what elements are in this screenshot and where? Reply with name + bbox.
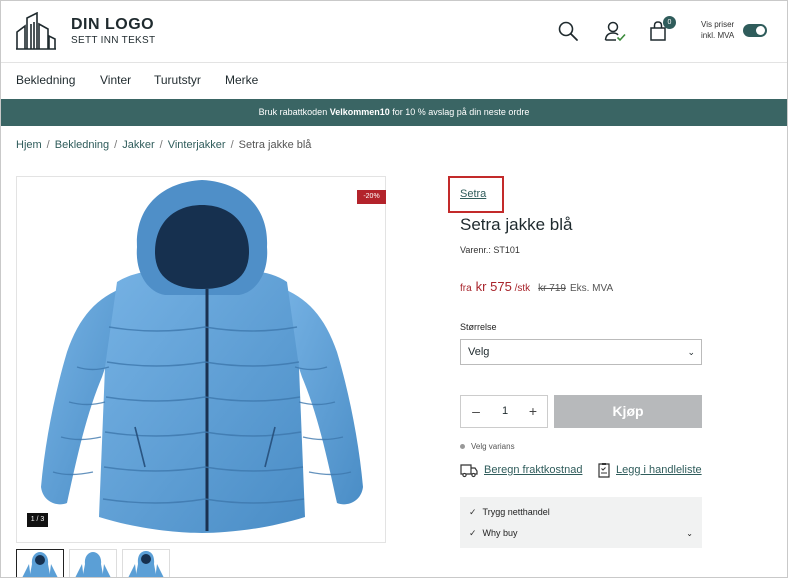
size-select[interactable]: Velg ⌄ — [460, 339, 702, 365]
nav-item-turutstyr[interactable]: Turutstyr — [154, 73, 201, 87]
thumbnail-2[interactable] — [69, 549, 117, 577]
breadcrumb: Hjem / Bekledning / Jakker / Vinterjakker / Setr… — [16, 139, 311, 151]
buy-button[interactable]: Kjøp — [554, 395, 702, 428]
chevron-down-icon: ⌄ — [687, 347, 695, 357]
old-price: kr 719 — [538, 283, 566, 294]
decrease-quantity-button[interactable]: – — [468, 403, 484, 419]
variant-note: Velg varians — [460, 442, 515, 451]
logo-subtitle[interactable]: SETT INN TEKST — [71, 35, 155, 46]
nav-item-merke[interactable]: Merke — [225, 73, 258, 87]
price-unit: /stk — [514, 283, 531, 294]
truck-icon[interactable] — [460, 462, 478, 478]
price-prefix: fra — [460, 283, 472, 294]
benefits-panel: ✓ Trygg netthandel ✓ Why buy ⌄ — [460, 497, 702, 548]
brand-link[interactable]: Setra — [460, 188, 486, 200]
size-label: Størrelse — [460, 322, 497, 332]
breadcrumb-separator: / — [46, 139, 50, 151]
discount-badge: -20% — [357, 190, 386, 204]
logo-buildings-icon[interactable] — [15, 12, 57, 50]
breadcrumb-jakker[interactable]: Jakker — [122, 139, 154, 151]
vat-toggle-label-line2: inkl. MVA — [701, 31, 735, 40]
size-select-value: Velg — [468, 346, 490, 358]
breadcrumb-vinterjakker[interactable]: Vinterjakker — [168, 139, 226, 151]
promo-text-after: for 10 % avslag på din neste ordre — [389, 107, 530, 117]
benefit-label: Trygg netthandel — [482, 507, 550, 517]
main-navigation: Bekledning Vinter Turutstyr Merke — [1, 63, 787, 99]
benefit-label: Why buy — [482, 528, 518, 538]
cart-count-badge: 0 — [663, 16, 676, 29]
shipping-cost-link[interactable]: Beregn fraktkostnad — [484, 464, 582, 476]
vat-note: Eks. MVA — [569, 283, 614, 294]
breadcrumb-bekledning[interactable]: Bekledning — [55, 139, 109, 151]
product-image-container[interactable] — [16, 176, 386, 543]
increase-quantity-button[interactable]: + — [525, 403, 541, 419]
site-header: DIN LOGO SETT INN TEKST 0 Vis priser ink… — [1, 1, 787, 63]
breadcrumb-separator: / — [230, 139, 234, 151]
current-price: kr 575 — [475, 279, 512, 294]
product-sku: Varenr.: ST101 — [460, 245, 520, 255]
chevron-down-icon[interactable]: ⌄ — [686, 529, 693, 538]
nav-item-vinter[interactable]: Vinter — [100, 73, 131, 87]
status-dot-icon — [460, 444, 465, 450]
vat-price-toggle[interactable] — [743, 24, 767, 37]
breadcrumb-current: Setra jakke blå — [238, 139, 312, 151]
breadcrumb-hjem[interactable]: Hjem — [16, 139, 42, 151]
quantity-value[interactable]: 1 — [495, 405, 515, 417]
product-image-jacket[interactable] — [17, 177, 385, 542]
nav-item-bekledning[interactable]: Bekledning — [16, 73, 75, 87]
vat-toggle-label-line1: Vis priser — [701, 20, 735, 29]
thumbnail-3[interactable] — [122, 549, 170, 577]
page-frame: DIN LOGO SETT INN TEKST 0 Vis priser ink… — [0, 0, 788, 578]
shopping-list-icon[interactable] — [595, 462, 613, 478]
promo-text-before: Bruk rabattkoden — [258, 107, 330, 117]
breadcrumb-separator: / — [159, 139, 163, 151]
add-to-shopping-list-link[interactable]: Legg i handleliste — [616, 464, 702, 476]
promo-code: Velkommen10 — [329, 107, 390, 117]
breadcrumb-separator: / — [114, 139, 118, 151]
search-icon[interactable] — [557, 20, 579, 42]
variant-note-text: Velg varians — [471, 442, 515, 451]
check-icon: ✓ — [469, 528, 477, 538]
image-counter: 1 / 3 — [27, 513, 48, 527]
thumbnail-1[interactable] — [16, 549, 64, 577]
logo-title[interactable]: DIN LOGO — [71, 16, 154, 34]
check-icon: ✓ — [469, 507, 477, 517]
vat-toggle-label: Vis priser inkl. MVA — [701, 19, 734, 41]
benefit-item: ✓ Trygg netthandel — [469, 507, 550, 518]
price-row: fra kr 575 /stk kr 719 Eks. MVA — [460, 279, 613, 294]
benefit-item-expandable[interactable]: ✓ Why buy — [469, 528, 518, 539]
promo-banner: Bruk rabattkoden Velkommen10 for 10 % av… — [1, 99, 787, 126]
user-account-icon[interactable] — [604, 20, 626, 42]
quantity-stepper: – 1 + — [460, 395, 548, 428]
product-title: Setra jakke blå — [460, 215, 573, 234]
